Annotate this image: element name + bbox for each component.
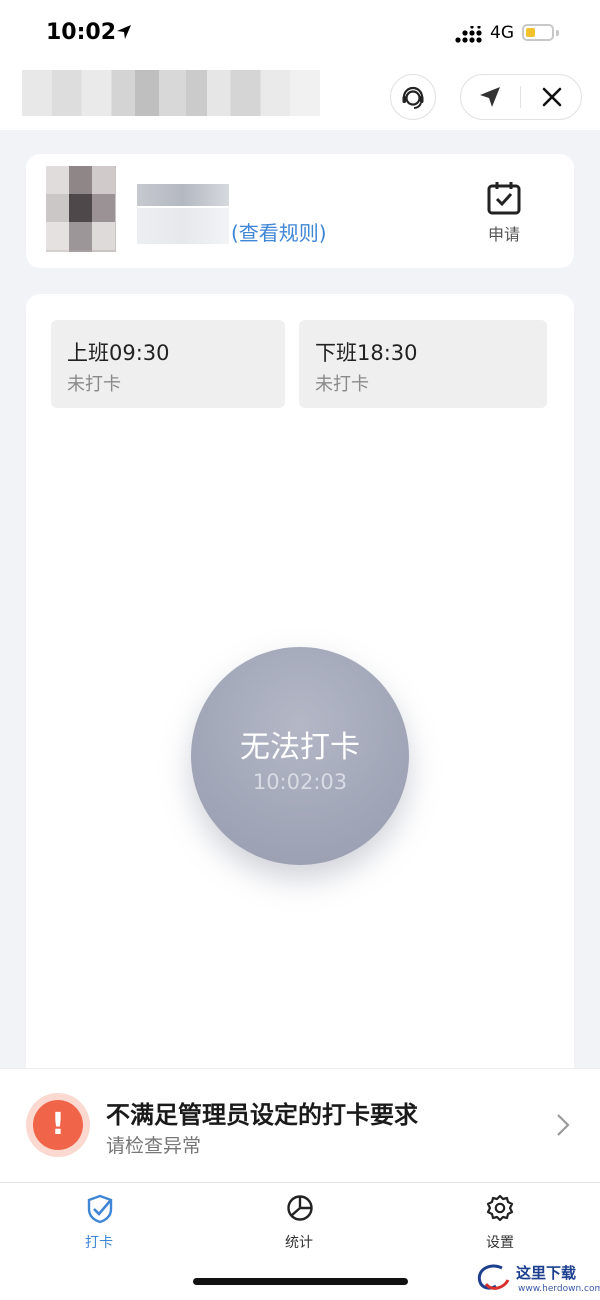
battery-tip — [556, 30, 559, 36]
alert-subtitle: 请检查异常 — [106, 1135, 202, 1157]
signal-icon — [455, 26, 482, 43]
shift-title: 上班09:30 — [67, 341, 170, 365]
punch-label: 无法打卡 — [240, 730, 360, 765]
blurred-name — [137, 184, 229, 206]
shift-off-duty: 下班18:30 未打卡 — [299, 320, 547, 408]
alert-title: 不满足管理员设定的打卡要求 — [106, 1101, 418, 1129]
check-badge-icon — [87, 1194, 113, 1224]
location-send-icon[interactable] — [477, 84, 503, 110]
blurred-group — [137, 208, 229, 244]
customer-service-button[interactable] — [390, 74, 436, 120]
capsule-divider — [520, 86, 521, 108]
calendar-check-icon — [487, 182, 521, 215]
punch-time: 10:02:03 — [252, 770, 348, 794]
network-type: 4G — [490, 23, 514, 43]
shift-title: 下班18:30 — [315, 341, 418, 365]
close-icon[interactable] — [541, 86, 563, 108]
headset-icon — [402, 86, 424, 109]
exclamation-icon: ! — [26, 1093, 90, 1157]
shift-status: 未打卡 — [67, 374, 121, 395]
watermark-logo-icon — [477, 1264, 510, 1290]
watermark-brand: 这里下载 — [516, 1264, 577, 1282]
home-indicator[interactable] — [193, 1278, 408, 1285]
blurred-title — [22, 70, 320, 116]
shift-on-duty: 上班09:30 未打卡 — [51, 320, 285, 408]
tab-label-stats[interactable]: 统计 — [269, 1232, 329, 1252]
pie-chart-icon — [287, 1195, 313, 1221]
chevron-right-icon[interactable] — [555, 1112, 571, 1138]
tab-stats[interactable] — [286, 1194, 314, 1226]
status-time: 10:02 — [46, 20, 117, 45]
tab-label-settings[interactable]: 设置 — [470, 1232, 530, 1252]
gear-icon — [486, 1194, 514, 1222]
watermark-url: www.herdown.com — [518, 1284, 600, 1294]
tab-label-punch[interactable]: 打卡 — [69, 1232, 129, 1252]
battery-icon — [522, 24, 554, 41]
apply-label: 申请 — [487, 225, 520, 244]
shift-status: 未打卡 — [315, 374, 369, 395]
tab-punch[interactable] — [86, 1194, 114, 1228]
view-rules-link[interactable]: (查看规则) — [231, 217, 327, 246]
tab-settings[interactable] — [486, 1194, 514, 1226]
location-arrow-icon — [117, 25, 131, 39]
apply-button[interactable] — [480, 180, 528, 220]
avatar — [46, 166, 116, 252]
